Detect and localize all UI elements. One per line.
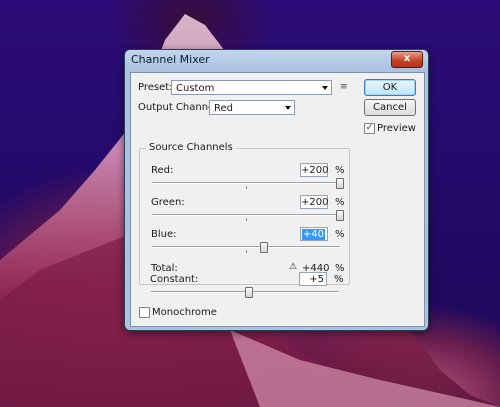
blue-slider-thumb[interactable]: [260, 242, 268, 253]
constant-slider-thumb[interactable]: [245, 287, 253, 298]
blue-value-input[interactable]: +40: [300, 227, 328, 241]
titlebar[interactable]: Channel Mixer x: [125, 50, 428, 71]
preview-checkbox[interactable]: ✓: [364, 123, 375, 134]
source-channels-label: Source Channels: [146, 142, 236, 153]
preset-dropdown[interactable]: Custom: [171, 80, 332, 95]
source-channels-group: Source Channels Red: +200 % Green: +200 …: [139, 142, 350, 285]
preset-value: Custom: [176, 83, 215, 94]
output-channel-dropdown[interactable]: Red: [209, 100, 295, 115]
preview-label: Preview: [377, 123, 416, 134]
blue-value-selected: +40: [301, 229, 325, 240]
dialog-title: Channel Mixer: [131, 53, 210, 66]
red-channel-label: Red:: [151, 165, 174, 176]
ok-button[interactable]: OK: [364, 79, 416, 96]
red-slider-center-tick: [246, 186, 247, 189]
red-slider-track[interactable]: [152, 182, 340, 184]
red-unit: %: [335, 165, 345, 176]
constant-unit: %: [334, 274, 344, 285]
red-slider-thumb[interactable]: [336, 178, 344, 189]
close-button[interactable]: x: [391, 51, 423, 68]
blue-slider-track[interactable]: [152, 246, 340, 248]
blue-unit: %: [335, 229, 345, 240]
green-unit: %: [335, 197, 345, 208]
monochrome-checkbox[interactable]: [139, 307, 150, 318]
monochrome-label: Monochrome: [152, 307, 217, 318]
chevron-down-icon: [285, 106, 291, 110]
total-label: Total:: [151, 263, 178, 274]
constant-value-input[interactable]: +5: [299, 272, 327, 286]
red-value-input[interactable]: +200: [300, 163, 328, 177]
output-channel-value: Red: [214, 103, 233, 114]
checkmark-icon: ✓: [365, 123, 374, 133]
output-channel-label: Output Channel:: [138, 102, 221, 113]
channel-mixer-dialog: Channel Mixer x Preset: Custom ≡ Output …: [124, 49, 429, 331]
green-slider-center-tick: [246, 218, 247, 221]
green-value-input[interactable]: +200: [300, 195, 328, 209]
dialog-client-area: Preset: Custom ≡ Output Channel: Red OK …: [130, 72, 425, 327]
green-slider-track[interactable]: [152, 214, 340, 216]
total-unit: %: [335, 263, 345, 274]
blue-slider-center-tick: [246, 250, 247, 253]
close-icon: x: [403, 53, 411, 64]
blue-channel-label: Blue:: [151, 229, 177, 240]
cancel-button[interactable]: Cancel: [364, 99, 416, 116]
list-menu-icon[interactable]: ≡: [340, 81, 352, 93]
green-slider-thumb[interactable]: [336, 210, 344, 221]
chevron-down-icon: [322, 86, 328, 90]
green-channel-label: Green:: [151, 197, 185, 208]
preset-label: Preset:: [138, 82, 173, 93]
constant-label: Constant:: [150, 274, 199, 285]
warning-icon: ⚠: [289, 262, 298, 272]
